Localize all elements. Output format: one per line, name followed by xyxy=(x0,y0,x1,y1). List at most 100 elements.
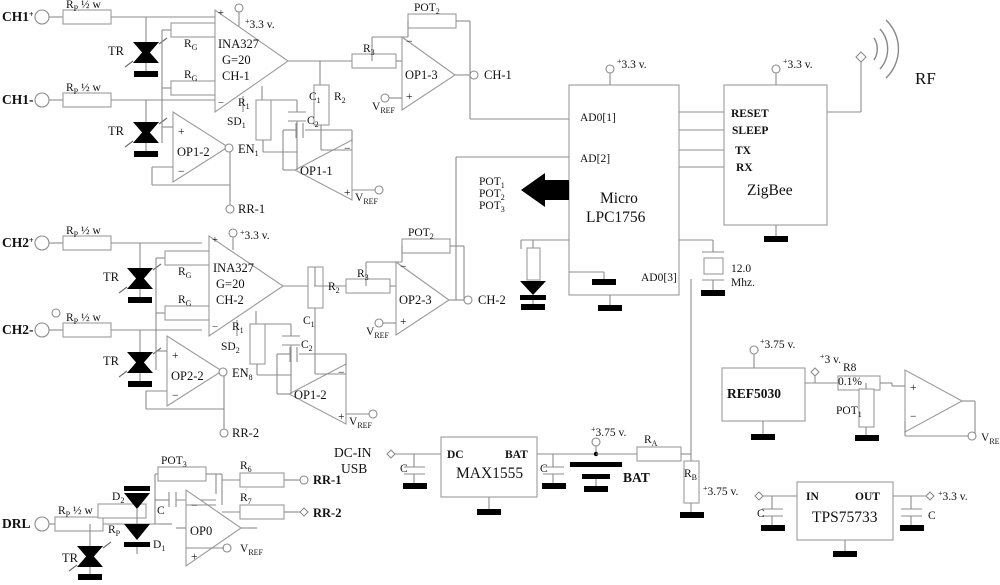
label-d2: D2 xyxy=(112,491,124,505)
label-op2-3: OP2-3 xyxy=(399,293,432,307)
label-rr1-ch1: RR-1 xyxy=(238,202,265,216)
pot-bus-arrow xyxy=(521,173,569,207)
label-vref-op0: VREF xyxy=(240,543,264,557)
label-pot3-bus: POT3 xyxy=(479,200,505,214)
label-sd1: SD1 xyxy=(227,116,246,130)
tvs-diode-tr3 xyxy=(118,263,162,303)
rf-antenna-icon xyxy=(873,19,900,79)
diode-d1 xyxy=(124,524,150,554)
label-ref-supply: +3.75 v. xyxy=(760,337,796,351)
svg-text:−: − xyxy=(212,322,218,333)
label-drl: DRL xyxy=(2,516,31,531)
label-op1-1: OP1-1 xyxy=(300,164,333,178)
label-rr2-ch2: RR-2 xyxy=(232,426,259,440)
label-max1555: MAX1555 xyxy=(456,465,523,482)
terminal-drl xyxy=(34,516,50,532)
label-vref-op1-2b: VREF xyxy=(349,416,373,430)
label-reg-pin-in: IN xyxy=(806,491,819,503)
svg-text:+: + xyxy=(406,91,413,103)
label-rg2: RG xyxy=(184,69,198,83)
label-r7: R7 xyxy=(240,492,252,506)
label-ina327-ch2-part: INA327 xyxy=(213,261,254,275)
label-c-reg-in: C xyxy=(757,508,765,520)
label-rp-drl: RP ½ w xyxy=(58,505,94,519)
label-tps75733: TPS75733 xyxy=(812,509,878,526)
label-zigbee-supply: +3.3 v. xyxy=(783,57,813,71)
label-supply-ina1: +3.3 v. xyxy=(245,17,275,31)
label-r2: R2 xyxy=(334,91,346,105)
svg-text:−: − xyxy=(400,261,407,273)
svg-text:+: + xyxy=(178,126,185,138)
svg-text:+: + xyxy=(400,316,407,328)
label-tr5: TR xyxy=(62,551,79,565)
label-tr3: TR xyxy=(103,270,120,284)
label-r3-ch2: R3 xyxy=(357,268,369,282)
label-max1555-pin-bat: BAT xyxy=(505,449,528,461)
svg-text:+: + xyxy=(344,187,351,199)
svg-text:+: + xyxy=(338,411,345,423)
label-ch1-output: CH-1 xyxy=(484,68,512,82)
label-node-3v: +3 v. xyxy=(820,352,841,366)
label-sd2: SD2 xyxy=(221,341,240,355)
label-rg3: RG xyxy=(178,266,192,280)
label-tr4: TR xyxy=(103,354,120,368)
terminal-ch2-plus xyxy=(34,235,50,251)
label-rp-ch2p: RP ½ w xyxy=(66,225,102,239)
label-micro-line1: Micro xyxy=(600,190,638,207)
tvs-diode-tr2 xyxy=(124,117,168,157)
label-vref-op1-1: VREF xyxy=(355,192,379,206)
label-rg1: RG xyxy=(184,38,198,52)
label-r3-ch1: R3 xyxy=(363,43,375,57)
svg-text:−: − xyxy=(344,143,351,155)
led-indicator xyxy=(520,281,546,310)
label-ch2-minus: CH2- xyxy=(2,322,34,337)
label-r8-tolerance: 0.1% xyxy=(838,376,862,388)
label-zigbee-name: ZigBee xyxy=(747,182,793,199)
label-c-bat: C xyxy=(540,463,548,475)
label-ch2-plus: CH2+ xyxy=(2,235,34,250)
label-op1-3: OP1-3 xyxy=(405,68,438,82)
label-usb: USB xyxy=(341,461,367,476)
label-zigbee-pin-sleep: SLEEP xyxy=(732,125,768,137)
label-op0: OP0 xyxy=(190,524,212,538)
label-ina327-ch1-channel: CH-1 xyxy=(222,69,250,83)
label-rp-ch2m: RP ½ w xyxy=(66,312,102,326)
label-rr2-out: RR-2 xyxy=(313,506,341,520)
terminal-ch1-minus xyxy=(34,92,50,108)
svg-text:−: − xyxy=(218,98,224,109)
svg-text:−: − xyxy=(338,367,345,379)
label-rr1-out: RR-1 xyxy=(313,473,341,487)
label-c-reg-out: C xyxy=(928,510,936,522)
label-en8: EN8 xyxy=(232,366,253,382)
label-r8: R8 xyxy=(843,362,857,374)
svg-text:+: + xyxy=(218,8,224,19)
svg-text:+: + xyxy=(172,350,179,362)
svg-text:−: − xyxy=(191,500,198,512)
tvs-diode-tr4 xyxy=(118,347,162,387)
label-zigbee-pin-tx: TX xyxy=(735,145,752,157)
label-ch1-plus: CH1+ xyxy=(2,9,34,24)
svg-text:−: − xyxy=(910,411,917,423)
label-tr2: TR xyxy=(108,124,125,138)
label-en1: EN1 xyxy=(238,142,259,158)
label-ch1-minus: CH1- xyxy=(2,92,34,107)
label-reg-output-voltage: +3.3 v. xyxy=(938,489,968,503)
label-pot3: POT3 xyxy=(161,455,187,469)
label-rf: RF xyxy=(915,69,936,88)
label-micro-line2: LPC1756 xyxy=(586,209,646,226)
terminal-ch1-plus xyxy=(34,9,50,25)
label-rp-drl2: RP xyxy=(108,524,121,538)
label-node-375: +3.75 v. xyxy=(591,425,627,439)
label-pin-ad0-3: AD0[3] xyxy=(641,272,677,284)
label-micro-supply: +3.3 v. xyxy=(617,57,647,71)
label-pin-ad-2: AD[2] xyxy=(580,153,610,165)
label-r6: R6 xyxy=(240,460,252,474)
label-reg-pin-out: OUT xyxy=(855,491,880,503)
label-c-dcin: C xyxy=(400,463,408,475)
label-vref-output: VREF xyxy=(981,432,1000,446)
label-r1: R1 xyxy=(238,97,250,111)
label-battery: BAT xyxy=(623,470,650,485)
label-ch2-output: CH-2 xyxy=(478,293,506,307)
label-ina327-ch1-part: INA327 xyxy=(218,37,259,51)
label-vref-op2-3: VREF xyxy=(366,326,390,340)
